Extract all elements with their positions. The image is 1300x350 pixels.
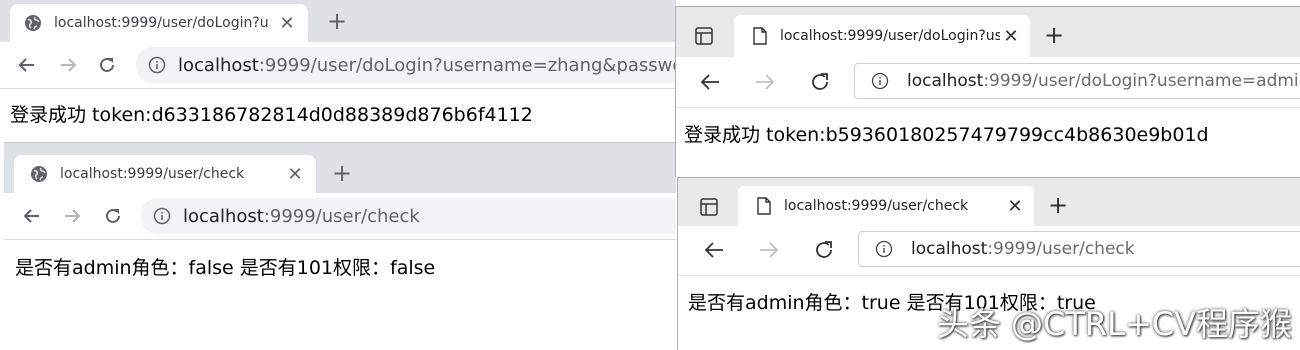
url-text: localhost:9999/user/doLogin?username=zha… xyxy=(178,55,676,76)
url-host: localhost xyxy=(178,54,259,76)
back-arrow-icon xyxy=(700,74,719,90)
close-tab-icon[interactable]: ✕ xyxy=(1000,26,1022,47)
url-host: localhost xyxy=(183,205,264,227)
address-bar[interactable]: localhost:9999/user/doLogin?username=adm… xyxy=(854,63,1300,99)
address-bar[interactable]: localhost:9999/user/check xyxy=(141,198,676,234)
back-button[interactable] xyxy=(18,202,46,230)
page-icon xyxy=(752,27,768,45)
reload-icon xyxy=(100,57,114,72)
tab-actions-icon[interactable] xyxy=(700,198,718,216)
back-button[interactable] xyxy=(13,51,41,79)
navigation-bar: localhost:9999/user/check xyxy=(4,193,676,239)
reload-button[interactable] xyxy=(810,236,838,264)
forward-button[interactable] xyxy=(54,51,82,79)
url-host: localhost xyxy=(907,71,984,91)
url-text: localhost:9999/user/check xyxy=(911,239,1135,259)
close-tab-icon[interactable]: ✕ xyxy=(284,164,306,185)
forward-button[interactable] xyxy=(755,236,783,264)
tab-strip: localhost:9999/user/doLogin?use ✕ + xyxy=(676,7,1300,57)
reload-icon xyxy=(812,73,828,90)
divider xyxy=(4,239,676,240)
info-icon[interactable] xyxy=(875,240,893,258)
page-icon xyxy=(756,197,772,215)
url-text: localhost:9999/user/doLogin?username=adm… xyxy=(907,71,1300,91)
tab-title: localhost:9999/user/check xyxy=(60,166,245,182)
tab-strip: localhost:9999/user/check ✕ + xyxy=(4,143,676,193)
new-tab-button[interactable]: + xyxy=(332,161,352,185)
url-path: :9999/user/doLogin?username=zhang&passwo… xyxy=(258,54,676,76)
tab-check[interactable]: localhost:9999/user/check ✕ xyxy=(738,186,1034,226)
url-path: :9999/user/check xyxy=(987,239,1135,259)
reload-button[interactable] xyxy=(93,51,121,79)
navigation-bar: localhost:9999/user/doLogin?username=adm… xyxy=(676,57,1300,107)
watermark: 头条 @CTRL+CV程序猴 xyxy=(936,305,1292,343)
globe-icon xyxy=(30,165,48,183)
forward-arrow-icon xyxy=(61,58,77,72)
divider xyxy=(0,88,676,89)
navigation-bar: localhost:9999/user/check xyxy=(678,226,1300,276)
back-arrow-icon xyxy=(704,242,723,258)
reload-icon xyxy=(816,241,832,258)
forward-arrow-icon xyxy=(65,209,81,223)
tab-check[interactable]: localhost:9999/user/check ✕ xyxy=(14,155,316,193)
address-bar[interactable]: localhost:9999/user/check xyxy=(858,231,1300,267)
url-text: localhost:9999/user/check xyxy=(183,206,420,227)
reload-button[interactable] xyxy=(806,68,834,96)
address-bar[interactable]: localhost:9999/user/doLogin?username=zha… xyxy=(136,47,676,83)
browser-window-chrome-check: localhost:9999/user/check ✕ + localhost:… xyxy=(4,142,676,350)
forward-arrow-icon xyxy=(760,242,779,258)
forward-arrow-icon xyxy=(756,74,775,90)
forward-button[interactable] xyxy=(58,202,86,230)
globe-icon xyxy=(24,14,42,32)
back-arrow-icon xyxy=(18,58,34,72)
back-arrow-icon xyxy=(23,209,39,223)
tab-title: localhost:9999/user/doLogin?u xyxy=(54,15,269,31)
info-icon[interactable] xyxy=(148,56,166,74)
browser-window-chrome-login: localhost:9999/user/doLogin?u ✕ + localh… xyxy=(0,0,676,142)
tab-login[interactable]: localhost:9999/user/doLogin?use ✕ xyxy=(734,15,1030,57)
navigation-bar: localhost:9999/user/doLogin?username=zha… xyxy=(0,42,676,88)
page-body-text: 登录成功 token:d633186782814d0d88389d876b6f4… xyxy=(10,104,533,126)
tab-actions-icon[interactable] xyxy=(695,27,713,45)
url-path: :9999/user/check xyxy=(263,205,420,227)
back-button[interactable] xyxy=(700,236,728,264)
url-path: :9999/user/doLogin?username=admin&pa xyxy=(983,71,1300,91)
tab-title: localhost:9999/user/doLogin?use xyxy=(780,28,1000,44)
info-icon[interactable] xyxy=(871,72,889,90)
new-tab-button[interactable]: + xyxy=(1044,23,1064,47)
divider xyxy=(676,107,1300,108)
reload-icon xyxy=(106,208,120,223)
browser-window-edge-login: localhost:9999/user/doLogin?use ✕ + loca… xyxy=(675,6,1300,177)
tab-strip: localhost:9999/user/doLogin?u ✕ + xyxy=(0,0,676,42)
info-icon[interactable] xyxy=(153,207,171,225)
tab-title: localhost:9999/user/check xyxy=(784,198,969,214)
page-body-text: 登录成功 token:b59360180257479799cc4b8630e9b… xyxy=(684,124,1209,146)
reload-button[interactable] xyxy=(99,202,127,230)
divider xyxy=(678,275,1300,276)
close-tab-icon[interactable]: ✕ xyxy=(1004,196,1026,217)
url-host: localhost xyxy=(911,239,988,259)
new-tab-button[interactable]: + xyxy=(327,9,347,33)
back-button[interactable] xyxy=(696,68,724,96)
tab-strip: localhost:9999/user/check ✕ + xyxy=(678,178,1300,226)
forward-button[interactable] xyxy=(751,68,779,96)
tab-login[interactable]: localhost:9999/user/doLogin?u ✕ xyxy=(10,4,308,42)
close-tab-icon[interactable]: ✕ xyxy=(276,13,298,34)
page-body-text: 是否有admin角色：false 是否有101权限：false xyxy=(15,257,436,279)
new-tab-button[interactable]: + xyxy=(1048,193,1068,217)
